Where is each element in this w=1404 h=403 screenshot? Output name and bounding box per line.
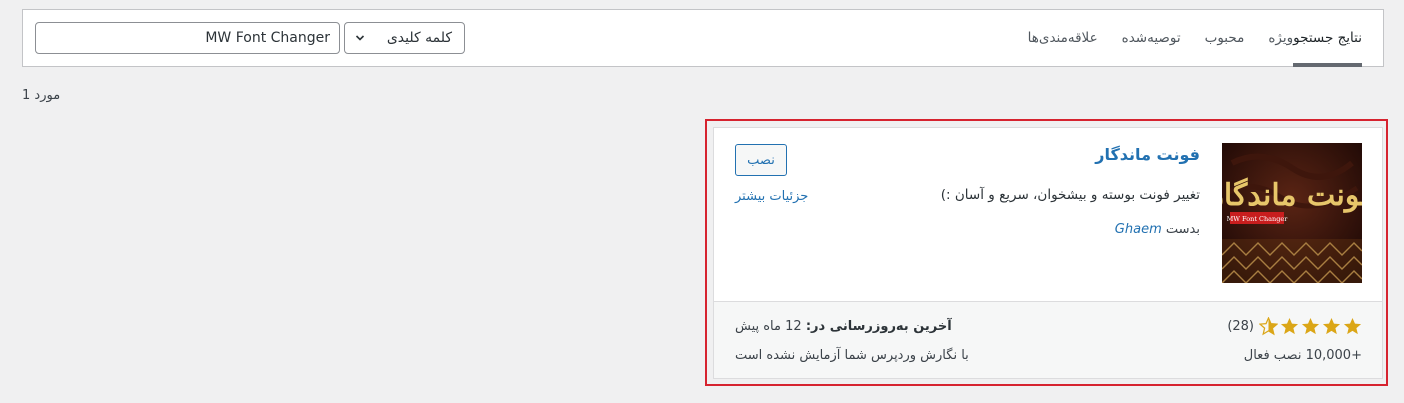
star-filled-icon bbox=[1322, 317, 1341, 335]
plugin-name-link[interactable]: فونت ماندگار bbox=[1095, 145, 1200, 164]
thumbnail-title: فونت ماندگار bbox=[1222, 177, 1362, 213]
tab-featured[interactable]: ویژه bbox=[1268, 10, 1293, 67]
tab-search-results[interactable]: نتایج جستجو bbox=[1293, 10, 1362, 67]
chevron-down-icon bbox=[355, 35, 365, 41]
compatibility-note: با نگارش وردپرس شما آزمایش نشده است bbox=[735, 348, 969, 363]
plugin-author: بدست Ghaem bbox=[1115, 222, 1200, 237]
rating-stars: (28) bbox=[1227, 317, 1362, 336]
last-updated-value: 12 ماه پیش bbox=[735, 319, 802, 334]
plugin-description: تغییر فونت بوسته و بیشخوان، سریع و آسان … bbox=[940, 187, 1200, 203]
tab-recommended[interactable]: توصیه‌شده bbox=[1122, 10, 1181, 67]
last-updated: آخرین به‌روزرسانی در: 12 ماه پیش bbox=[735, 319, 952, 334]
more-details-link[interactable]: جزئیات بیشتر bbox=[735, 189, 808, 204]
plugin-card-bottom: (28) +10,000 نصب فعال آخرین به‌روزرسانی … bbox=[714, 301, 1382, 378]
search-type-label: کلمه کلیدی bbox=[386, 30, 452, 46]
author-link[interactable]: Ghaem bbox=[1115, 222, 1162, 237]
rating-count: (28) bbox=[1227, 319, 1254, 334]
search-type-select[interactable]: کلمه کلیدی bbox=[344, 22, 465, 54]
install-button[interactable]: نصب bbox=[735, 144, 787, 176]
filter-tabs: نتایج جستجو ویژه محبوب توصیه‌شده علاقه‌م… bbox=[1004, 10, 1362, 67]
active-installs: +10,000 نصب فعال bbox=[1243, 348, 1362, 363]
star-half-icon bbox=[1259, 317, 1278, 336]
plugin-thumbnail[interactable]: فونت ماندگار MW Font Changer bbox=[1222, 143, 1362, 283]
last-updated-label: آخرین به‌روزرسانی در: bbox=[805, 319, 952, 334]
tab-popular[interactable]: محبوب bbox=[1205, 10, 1245, 67]
thumbnail-badge: MW Font Changer bbox=[1227, 215, 1289, 223]
star-filled-icon bbox=[1280, 317, 1299, 335]
tab-favorites[interactable]: علاقه‌مندی‌ها bbox=[1028, 10, 1098, 67]
results-count: 1 مورد bbox=[22, 88, 61, 103]
plugin-card-top: فونت ماندگار MW Font Changer فونت ماندگا… bbox=[714, 128, 1382, 301]
search-input[interactable] bbox=[35, 22, 340, 54]
plugin-card: فونت ماندگار MW Font Changer فونت ماندگا… bbox=[713, 127, 1383, 379]
star-filled-icon bbox=[1343, 317, 1362, 335]
plugin-thumbnail-art: فونت ماندگار MW Font Changer bbox=[1222, 143, 1362, 283]
author-prefix: بدست bbox=[1165, 222, 1200, 237]
star-filled-icon bbox=[1301, 317, 1320, 335]
plugin-filter-bar: نتایج جستجو ویژه محبوب توصیه‌شده علاقه‌م… bbox=[22, 9, 1384, 67]
